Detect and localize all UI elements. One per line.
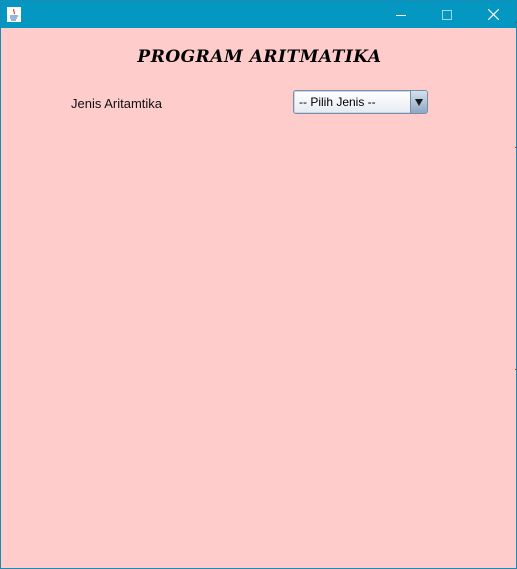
maximize-icon bbox=[442, 9, 452, 20]
dropdown-arrow-button[interactable] bbox=[410, 91, 427, 113]
jenis-aritmatika-select[interactable]: -- Pilih Jenis -- bbox=[293, 90, 428, 114]
minimize-icon bbox=[396, 14, 406, 16]
select-value: -- Pilih Jenis -- bbox=[299, 95, 376, 109]
jenis-aritmatika-label: Jenis Aritamtika bbox=[71, 96, 163, 111]
title-bar[interactable] bbox=[1, 1, 516, 28]
close-icon bbox=[487, 9, 499, 20]
close-button[interactable] bbox=[470, 1, 516, 28]
app-window: PROGRAM ARITMATIKA Jenis Aritamtika -- P… bbox=[0, 0, 517, 569]
maximize-button[interactable] bbox=[424, 1, 470, 28]
content-panel: PROGRAM ARITMATIKA Jenis Aritamtika -- P… bbox=[1, 28, 516, 568]
java-icon bbox=[7, 7, 21, 22]
minimize-button[interactable] bbox=[378, 1, 424, 28]
dropdown-arrow-icon bbox=[415, 98, 423, 106]
page-title: PROGRAM ARITMATIKA bbox=[137, 47, 382, 67]
